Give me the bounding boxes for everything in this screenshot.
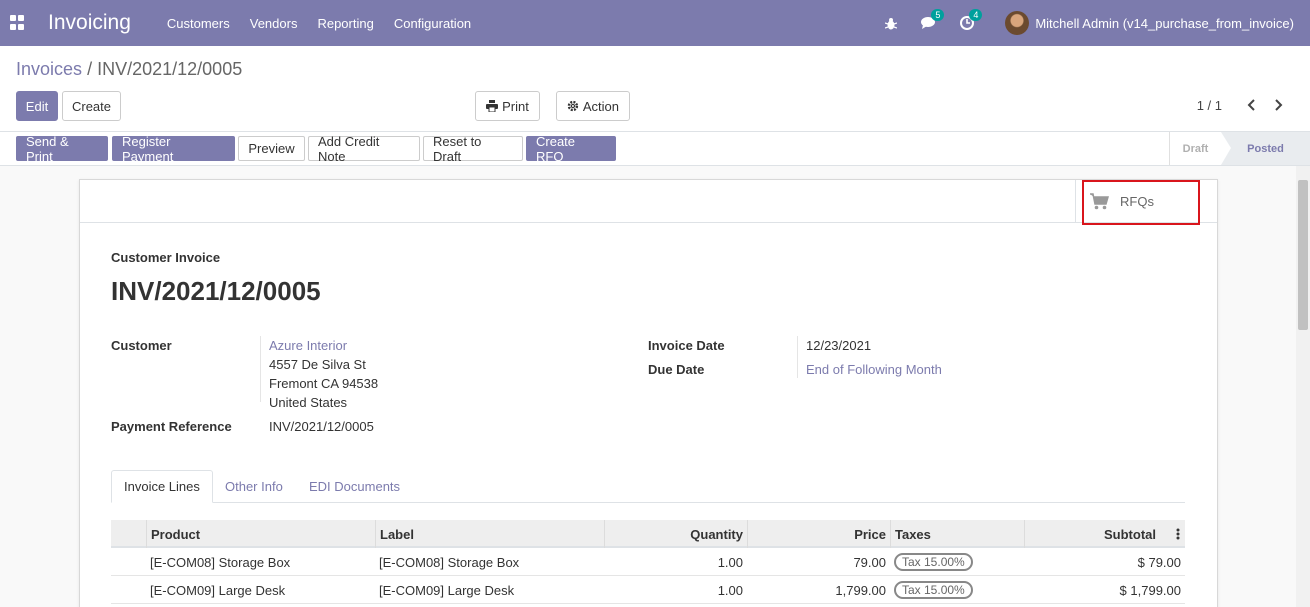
- line-taxes: Tax 15.00%: [890, 576, 1024, 604]
- register-payment-button[interactable]: Register Payment: [112, 134, 235, 164]
- form-sheet: RFQs Customer Invoice INV/2021/12/0005 C…: [79, 179, 1218, 607]
- line-label: [E-COM08] Storage Box: [379, 554, 520, 570]
- menu-item-reporting[interactable]: Reporting: [317, 16, 373, 31]
- breadcrumb-invoices-link[interactable]: Invoices: [16, 59, 82, 79]
- edit-button[interactable]: Edit: [16, 91, 58, 121]
- apps-menu-icon[interactable]: [10, 15, 26, 31]
- column-header-quantity[interactable]: Quantity: [604, 520, 747, 548]
- column-header-product[interactable]: Product: [146, 520, 375, 548]
- menu-item-vendors[interactable]: Vendors: [250, 16, 298, 31]
- pager-next-icon[interactable]: [1271, 96, 1287, 114]
- stage-arrow: [1221, 132, 1231, 165]
- optional-columns-icon[interactable]: [1170, 520, 1185, 548]
- status-bar: Send & Print Register Payment Preview Ad…: [0, 132, 1310, 166]
- line-taxes: Tax 15.00%: [890, 548, 1024, 576]
- customer-address-line-2: Fremont CA 94538: [269, 376, 379, 391]
- column-header-price[interactable]: Price: [747, 520, 890, 548]
- control-panel: Invoices / INV/2021/12/0005 Edit Create …: [0, 46, 1310, 132]
- line-quantity: 1.00: [717, 582, 743, 598]
- invoice-type: Customer Invoice: [111, 250, 221, 265]
- line-subtotal: $ 79.00: [1137, 554, 1181, 570]
- line-quantity: 1.00: [717, 554, 743, 570]
- tab-other-info[interactable]: Other Info: [213, 470, 295, 503]
- line-subtotal: $ 1,799.00: [1119, 582, 1181, 598]
- menu-item-customers[interactable]: Customers: [167, 16, 230, 31]
- line-price: 79.00: [853, 554, 886, 570]
- tax-badge: Tax 15.00%: [894, 553, 973, 571]
- action-label: Action: [582, 98, 619, 114]
- activities-clock-icon[interactable]: 4: [959, 9, 983, 31]
- line-label: [E-COM09] Large Desk: [379, 582, 515, 598]
- handle-column-header: [111, 520, 146, 548]
- line-product: [E-COM08] Storage Box: [150, 554, 291, 570]
- pager-previous-icon[interactable]: [1243, 96, 1259, 114]
- invoice-date-label: Invoice Date: [648, 338, 725, 353]
- menu-item-configuration[interactable]: Configuration: [394, 16, 471, 31]
- table-row[interactable]: [E-COM08] Storage Box [E-COM08] Storage …: [111, 548, 1185, 576]
- shopping-cart-icon: [1090, 193, 1109, 210]
- preview-button[interactable]: Preview: [238, 136, 305, 161]
- app-title[interactable]: Invoicing: [48, 11, 131, 35]
- print-button[interactable]: Print: [475, 91, 540, 121]
- rfqs-smart-button[interactable]: RFQs: [1075, 180, 1217, 223]
- create-rfq-button[interactable]: Create RFQ: [526, 134, 616, 164]
- send-print-button[interactable]: Send & Print: [16, 134, 108, 164]
- table-header: Product Label Quantity Price Taxes Subto…: [111, 520, 1185, 548]
- payment-reference-label: Payment Reference: [111, 419, 232, 434]
- date-field-divider: [797, 336, 798, 378]
- activities-count-badge: 4: [969, 9, 983, 21]
- invoice-date-value: 12/23/2021: [806, 338, 872, 353]
- bug-icon[interactable]: [883, 15, 899, 31]
- payment-reference-value: INV/2021/12/0005: [269, 419, 374, 434]
- reset-to-draft-button[interactable]: Reset to Draft: [423, 134, 523, 164]
- tab-invoice-lines[interactable]: Invoice Lines: [111, 470, 213, 503]
- main-menu: Customers Vendors Reporting Configuratio…: [167, 16, 491, 31]
- column-header-label[interactable]: Label: [375, 520, 604, 548]
- print-icon: [486, 100, 499, 112]
- page-scrollbar[interactable]: [1296, 166, 1310, 607]
- line-product: [E-COM09] Large Desk: [150, 582, 286, 598]
- user-menu-name[interactable]: Mitchell Admin (v14_purchase_from_invoic…: [1035, 16, 1294, 31]
- pager-value[interactable]: 1 / 1: [1197, 98, 1222, 113]
- stage-posted[interactable]: Posted: [1221, 132, 1310, 165]
- customer-link[interactable]: Azure Interior: [269, 338, 347, 353]
- messages-count-badge: 5: [931, 9, 945, 21]
- action-button[interactable]: Action: [556, 91, 630, 121]
- due-date-label: Due Date: [648, 362, 705, 377]
- messages-icon[interactable]: 5: [921, 9, 945, 31]
- smart-button-box: RFQs: [80, 180, 1217, 223]
- line-price: 1,799.00: [835, 582, 886, 598]
- add-credit-note-button[interactable]: Add Credit Note: [308, 134, 420, 164]
- tax-badge: Tax 15.00%: [894, 581, 973, 599]
- table-row[interactable]: [E-COM09] Large Desk [E-COM09] Large Des…: [111, 576, 1185, 604]
- print-label: Print: [502, 98, 529, 114]
- stage-draft[interactable]: Draft: [1169, 132, 1221, 165]
- notebook-tabs: Invoice Lines Other Info EDI Documents: [111, 470, 1185, 503]
- customer-field-divider: [260, 336, 261, 402]
- breadcrumb-separator: /: [87, 59, 93, 79]
- invoice-number-title: INV/2021/12/0005: [111, 276, 321, 306]
- create-button[interactable]: Create: [62, 91, 121, 121]
- column-header-taxes[interactable]: Taxes: [890, 520, 1024, 548]
- gear-icon: [567, 100, 579, 112]
- customer-address-line-1: 4557 De Silva St: [269, 357, 366, 372]
- breadcrumb: Invoices / INV/2021/12/0005: [16, 59, 242, 80]
- column-header-subtotal[interactable]: Subtotal: [1024, 520, 1160, 548]
- due-date-link[interactable]: End of Following Month: [806, 362, 942, 377]
- invoice-lines-table: Product Label Quantity Price Taxes Subto…: [111, 520, 1185, 604]
- navbar-systray: 5 4 Mitchell Admin (v14_purchase_from_in…: [861, 0, 1294, 46]
- user-avatar[interactable]: [1005, 11, 1030, 35]
- scrollbar-thumb[interactable]: [1298, 180, 1308, 330]
- customer-label: Customer: [111, 338, 172, 353]
- breadcrumb-current: INV/2021/12/0005: [97, 59, 243, 79]
- tab-edi-documents[interactable]: EDI Documents: [297, 470, 412, 503]
- customer-address-line-3: United States: [269, 395, 348, 410]
- top-navbar: Invoicing Customers Vendors Reporting Co…: [0, 0, 1310, 46]
- rfqs-label: RFQs: [1120, 194, 1154, 209]
